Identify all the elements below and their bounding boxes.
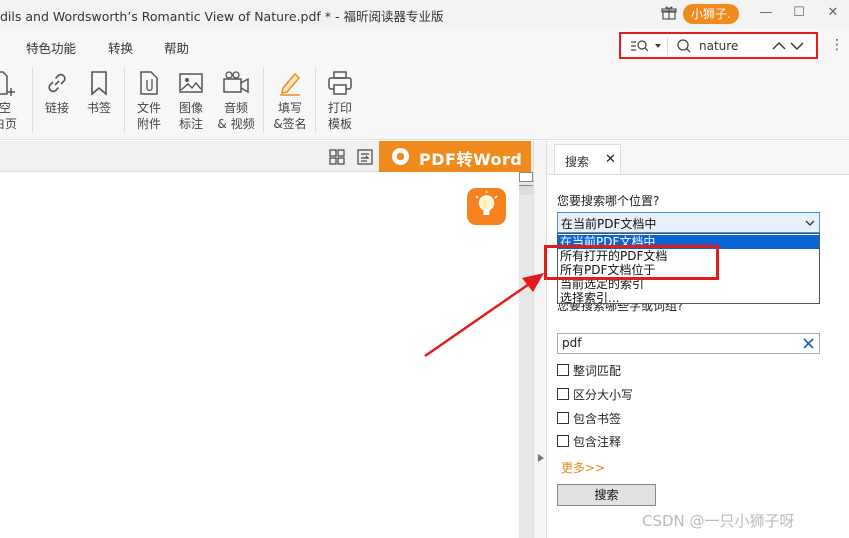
ribbon-label: 链接 [44,101,69,115]
pen-icon [280,72,301,96]
search-location-select[interactable]: 在当前PDF文档中 [557,212,820,233]
close-tab-icon[interactable]: ✕ [605,152,616,167]
next-result-icon[interactable] [789,37,805,55]
minimize-icon[interactable]: — [756,4,776,22]
video-camera-icon [223,71,249,94]
lightbulb-icon [475,191,498,215]
window-title: dils and Wordsworth’s Romantic View of N… [0,9,444,24]
ribbon-label: 音频 [223,101,248,115]
grid-view-icon[interactable] [329,149,345,165]
dropdown-option[interactable]: 选择索引... [558,291,819,305]
ribbon-label: & 视频 [217,117,255,131]
scroll-thumb[interactable] [519,185,533,195]
more-options-link[interactable]: 更多>> [561,459,605,476]
ribbon-label: &签名 [273,117,307,131]
checkbox-label: 区分大小写 [573,388,634,402]
search-term-value: pdf [562,336,582,350]
ribbon-label: 文件 [136,101,161,115]
link-button[interactable]: 链接 [42,70,72,116]
separator [315,68,316,132]
checkbox-label: 包含书签 [573,412,622,426]
print-template-button[interactable]: 打印 模板 [324,70,356,132]
link-icon [48,73,66,93]
search-button[interactable]: 搜索 [557,484,656,506]
blank-page-button[interactable]: 空 白页 [0,70,20,132]
clear-icon[interactable] [802,337,815,350]
search-input[interactable] [699,37,769,55]
image-icon [179,73,203,93]
tab-search-label: 搜索 [565,155,590,169]
checkbox-box[interactable] [557,364,569,376]
separator [667,37,668,55]
title-bar: dils and Wordsworth’s Romantic View of N… [0,0,849,28]
menu-features[interactable]: 特色功能 [26,38,76,57]
chevron-down-icon [805,220,815,226]
annotation-arrow-icon [424,273,544,358]
ribbon-label: 标注 [178,117,203,131]
ribbon: 空 白页 链接 书签 文件 附件 图像 标注 [0,62,849,140]
tab-search[interactable]: 搜索 ✕ [554,144,621,174]
image-annotation-button[interactable]: 图像 标注 [176,70,206,132]
checkbox-label: 整词匹配 [573,364,622,378]
separator [124,68,125,132]
search-box [619,32,818,59]
scroll-top-cap[interactable] [519,172,533,182]
highlight-box [544,245,719,280]
watermark: CSDN @一只小狮子呀 [642,512,795,530]
separator [32,68,33,132]
more-options-icon[interactable]: ⋮ [830,36,844,54]
fill-sign-button[interactable]: 填写 &签名 [270,70,310,132]
search-icon [677,39,691,53]
foxit-logo-icon [391,147,410,166]
checkbox-box[interactable] [557,388,569,400]
collapse-arrow-icon[interactable] [538,454,544,462]
search-location-value: 在当前PDF文档中 [561,217,657,231]
close-icon[interactable]: ✕ [823,4,843,22]
separator [263,68,264,132]
search-term-field[interactable]: pdf [557,333,820,354]
user-badge[interactable]: 小狮子. [683,4,739,24]
checkbox-label: 包含注释 [573,435,622,449]
ribbon-label: 空 [0,101,11,115]
gift-icon[interactable] [661,5,677,21]
checkbox-box[interactable] [557,435,569,447]
ribbon-label: 填写 [277,101,302,115]
checkbox-box[interactable] [557,412,569,424]
where-question: 您要搜索哪个位置? [557,194,660,208]
bookmark-button[interactable]: 书签 [84,70,114,116]
ribbon-label: 白页 [0,117,17,131]
maximize-icon[interactable]: ☐ [789,4,809,22]
blank-page-icon [0,71,15,96]
tips-button[interactable] [467,188,506,225]
ribbon-label: 图像 [178,101,203,115]
search-mode-icon[interactable] [630,38,662,54]
bookmark-icon [91,71,107,96]
document-toolbar: PDF转Word [0,141,540,172]
audio-video-button[interactable]: 音频 & 视频 [214,70,258,132]
ribbon-label: 附件 [136,117,161,131]
pdf-to-word-label: PDF转Word [419,150,523,169]
pdf-to-word-banner[interactable]: PDF转Word [379,141,531,172]
ribbon-label: 模板 [327,117,352,131]
menu-convert[interactable]: 转换 [108,38,133,57]
reflow-icon[interactable] [357,149,373,165]
printer-icon [328,71,352,95]
ribbon-label: 书签 [86,101,111,115]
menu-help[interactable]: 帮助 [164,38,189,57]
previous-result-icon[interactable] [771,37,787,55]
attachment-icon [140,71,158,95]
file-attachment-button[interactable]: 文件 附件 [134,70,164,132]
ribbon-label: 打印 [327,101,352,115]
